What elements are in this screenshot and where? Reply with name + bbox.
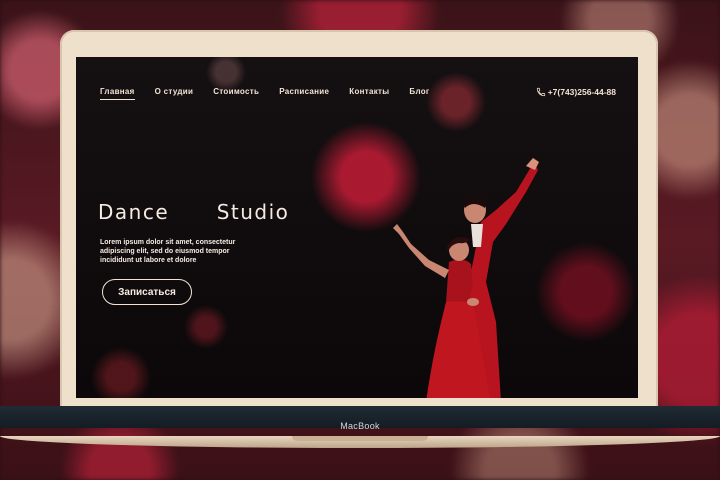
phone-icon [536,87,545,97]
signup-button[interactable]: Записаться [102,279,192,305]
main-nav: Главная О студии Стоимость Расписание Ко… [100,87,430,100]
nav-item-schedule[interactable]: Расписание [279,87,329,100]
nav-item-contacts[interactable]: Контакты [349,87,389,100]
dancers-image [393,158,539,398]
hero-title: Dance Studio [98,200,290,224]
laptop-screen: Главная О студии Стоимость Расписание Ко… [76,57,638,398]
phone-link[interactable]: +7(743)256-44-88 [536,87,616,97]
nav-item-about[interactable]: О студии [155,87,194,100]
laptop-notch [292,436,428,441]
nav-item-home[interactable]: Главная [100,87,135,100]
nav-item-blog[interactable]: Блог [409,87,429,100]
nav-item-pricing[interactable]: Стоимость [213,87,259,100]
phone-number: +7(743)256-44-88 [547,87,616,97]
device-label: MacBook [340,421,380,431]
hero-description: Lorem ipsum dolor sit amet, consectetur … [100,239,236,264]
